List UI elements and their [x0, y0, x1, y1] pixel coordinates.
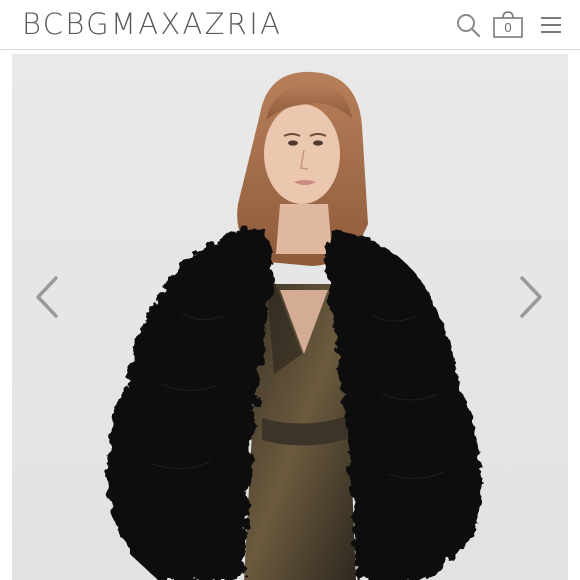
search-icon [457, 14, 481, 38]
hamburger-menu-icon [541, 17, 561, 33]
next-image-button[interactable] [514, 272, 548, 322]
chevron-right-icon [520, 276, 542, 318]
site-header: BCBGMAXAZRIA 0 [0, 0, 580, 50]
menu-button[interactable] [538, 11, 564, 39]
brand-logo[interactable]: BCBGMAXAZRIA [22, 6, 282, 42]
bag-count: 0 [504, 20, 512, 35]
product-image-gallery[interactable] [12, 54, 568, 580]
product-photo [12, 54, 568, 580]
search-button[interactable] [455, 11, 481, 39]
previous-image-button[interactable] [30, 272, 64, 322]
shopping-bag-button[interactable]: 0 [492, 11, 524, 39]
chevron-left-icon [36, 276, 58, 318]
